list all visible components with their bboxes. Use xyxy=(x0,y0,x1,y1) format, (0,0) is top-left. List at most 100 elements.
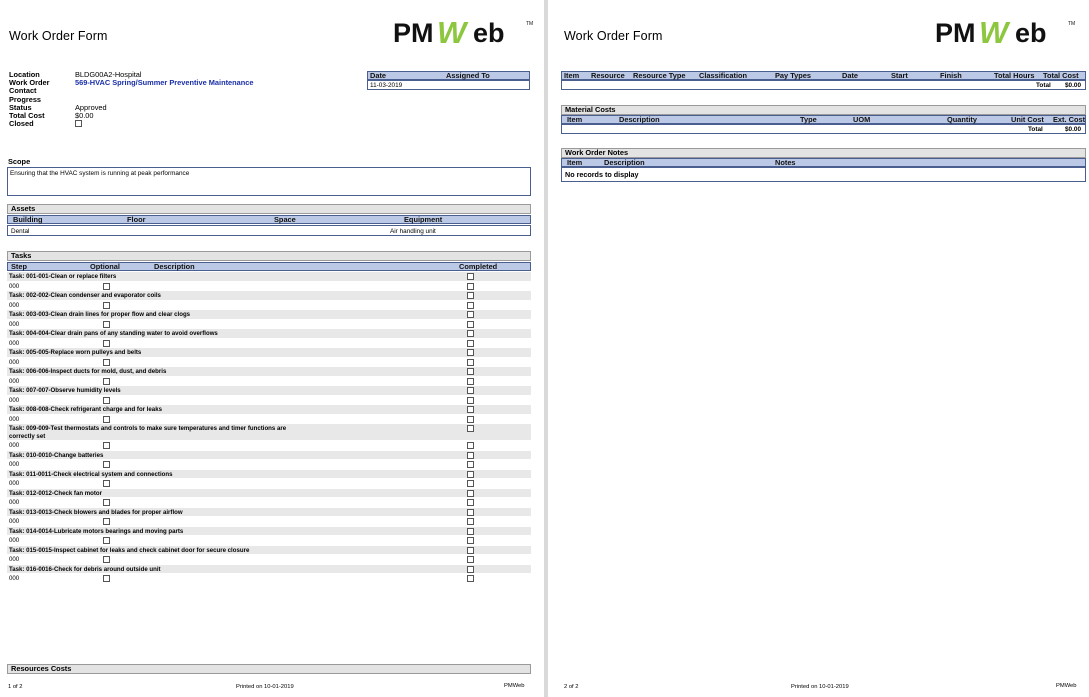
assets-section-title: Assets xyxy=(7,204,531,214)
res-col-start: Start xyxy=(891,71,908,80)
task-optional-checkbox[interactable] xyxy=(103,377,110,385)
tasks-col-step: Step xyxy=(11,262,28,271)
task-step-row: 000 xyxy=(7,319,531,329)
task-completed-checkbox[interactable] xyxy=(467,292,474,299)
task-completed-checkbox[interactable] xyxy=(467,527,474,535)
task-step-value: 000 xyxy=(9,499,20,506)
task-optional-checkbox[interactable] xyxy=(103,301,110,309)
work-order-link[interactable]: 569-HVAC Spring/Summer Preventive Mainte… xyxy=(75,78,254,87)
task-optional-checkbox[interactable] xyxy=(103,537,110,544)
task-optional-checkbox[interactable] xyxy=(103,518,110,525)
task-completed-checkbox[interactable] xyxy=(467,273,474,280)
task-optional-checkbox[interactable] xyxy=(103,358,110,366)
assets-col-floor: Floor xyxy=(127,215,146,224)
task-step-completed-checkbox[interactable] xyxy=(467,377,474,385)
task-step-row: 000 xyxy=(7,479,531,489)
date-value: 11-03-2019 xyxy=(370,82,403,89)
task-step-completed-checkbox[interactable] xyxy=(467,499,474,506)
task-optional-checkbox[interactable] xyxy=(103,396,110,404)
task-step-completed-checkbox[interactable] xyxy=(467,415,474,423)
assets-col-building: Building xyxy=(13,215,43,224)
task-optional-checkbox[interactable] xyxy=(103,320,110,328)
task-optional-checkbox[interactable] xyxy=(103,442,110,449)
svg-text:TM: TM xyxy=(526,21,533,27)
task-step-completed-checkbox[interactable] xyxy=(467,301,474,309)
task-step-completed-checkbox[interactable] xyxy=(467,282,474,290)
task-completed-checkbox[interactable] xyxy=(467,508,474,516)
report-page-2: Work Order Form PM W eb TM Item Resource… xyxy=(548,0,1089,697)
task-step-row: 000 xyxy=(7,357,531,367)
task-step-value: 000 xyxy=(9,537,20,544)
task-step-completed-checkbox[interactable] xyxy=(467,320,474,328)
task-step-completed-checkbox[interactable] xyxy=(467,442,474,449)
task-row: Task: 010-0010-Change batteries xyxy=(7,450,531,460)
task-completed-checkbox[interactable] xyxy=(467,425,474,432)
notes-header-row: Item Description Notes xyxy=(561,158,1086,167)
task-completed-checkbox[interactable] xyxy=(467,330,474,337)
task-optional-checkbox[interactable] xyxy=(103,282,110,290)
task-step-completed-checkbox[interactable] xyxy=(467,480,474,487)
task-completed-checkbox[interactable] xyxy=(467,387,474,394)
task-label: Task: 006-006-Inspect ducts for mold, du… xyxy=(9,368,167,375)
task-step-completed-checkbox[interactable] xyxy=(467,396,474,404)
task-step-value: 000 xyxy=(9,480,20,487)
task-completed-checkbox[interactable] xyxy=(467,451,474,459)
svg-text:eb: eb xyxy=(1015,18,1047,48)
task-step-value: 000 xyxy=(9,556,20,563)
task-optional-checkbox[interactable] xyxy=(103,480,110,487)
task-step-row: 000 xyxy=(7,441,531,451)
task-optional-checkbox[interactable] xyxy=(103,556,110,563)
task-step-row: 000 xyxy=(7,498,531,508)
task-step-completed-checkbox[interactable] xyxy=(467,556,474,563)
task-label: Task: 011-0011-Check electrical system a… xyxy=(9,470,173,478)
task-optional-checkbox[interactable] xyxy=(103,575,110,582)
task-step-row: 000 xyxy=(7,414,531,424)
task-optional-checkbox[interactable] xyxy=(103,499,110,506)
task-step-completed-checkbox[interactable] xyxy=(467,575,474,582)
task-step-completed-checkbox[interactable] xyxy=(467,339,474,347)
task-step-row: 000 xyxy=(7,536,531,546)
total-cost-value: $0.00 xyxy=(75,110,94,120)
task-optional-checkbox[interactable] xyxy=(103,339,110,347)
task-optional-checkbox[interactable] xyxy=(103,461,110,468)
task-step-row: 000 xyxy=(7,338,531,348)
task-step-completed-checkbox[interactable] xyxy=(467,461,474,468)
task-step-completed-checkbox[interactable] xyxy=(467,358,474,366)
task-row: Task: 014-0014-Lubricate motors bearings… xyxy=(7,526,531,536)
task-step-completed-checkbox[interactable] xyxy=(467,518,474,525)
assets-col-equipment: Equipment xyxy=(404,215,443,224)
task-step-row: 000 xyxy=(7,555,531,565)
resources-total-value: $0.00 xyxy=(1065,82,1081,89)
scope-text: Ensuring that the HVAC system is running… xyxy=(10,170,190,177)
task-completed-checkbox[interactable] xyxy=(467,489,474,497)
assets-header-row: Building Floor Space Equipment xyxy=(7,215,531,224)
task-step-completed-checkbox[interactable] xyxy=(467,537,474,544)
material-header-row: Item Description Type UOM Quantity Unit … xyxy=(561,115,1086,124)
task-completed-checkbox[interactable] xyxy=(467,368,474,375)
tasks-header-row: Step Optional Description Completed xyxy=(7,262,531,271)
task-completed-checkbox[interactable] xyxy=(467,406,474,413)
scope-text-box: Ensuring that the HVAC system is running… xyxy=(7,167,531,196)
res-col-total-cost: Total Cost xyxy=(1043,71,1079,80)
task-step-row: 000 xyxy=(7,376,531,386)
date-assigned-row: 11-03-2019 xyxy=(367,80,530,90)
task-completed-checkbox[interactable] xyxy=(467,565,474,573)
task-completed-checkbox[interactable] xyxy=(467,311,474,318)
task-row: Task: 005-005-Replace worn pulleys and b… xyxy=(7,348,531,358)
task-completed-checkbox[interactable] xyxy=(467,349,474,356)
tasks-list: Task: 001-001-Clean or replace filters 00… xyxy=(7,272,531,584)
task-optional-checkbox[interactable] xyxy=(103,415,110,423)
mat-col-description: Description xyxy=(619,115,660,124)
assigned-to-header: Assigned To xyxy=(446,71,490,80)
task-row: Task: 016-0016-Check for debris around o… xyxy=(7,564,531,574)
closed-checkbox[interactable] xyxy=(75,120,82,128)
task-row: Task: 015-0015-Inspect cabinet for leaks… xyxy=(7,545,531,555)
task-step-value: 000 xyxy=(9,282,20,290)
task-completed-checkbox[interactable] xyxy=(467,470,474,478)
task-label: Task: 004-004-Clear drain pans of any st… xyxy=(9,330,218,337)
task-row: Task: 009-009-Test thermostats and contr… xyxy=(7,424,531,441)
task-row: Task: 012-0012-Check fan motor xyxy=(7,488,531,498)
task-completed-checkbox[interactable] xyxy=(467,546,474,554)
footer-brand: PMWeb xyxy=(1056,683,1077,689)
asset-equipment: Air handling unit xyxy=(390,228,436,235)
